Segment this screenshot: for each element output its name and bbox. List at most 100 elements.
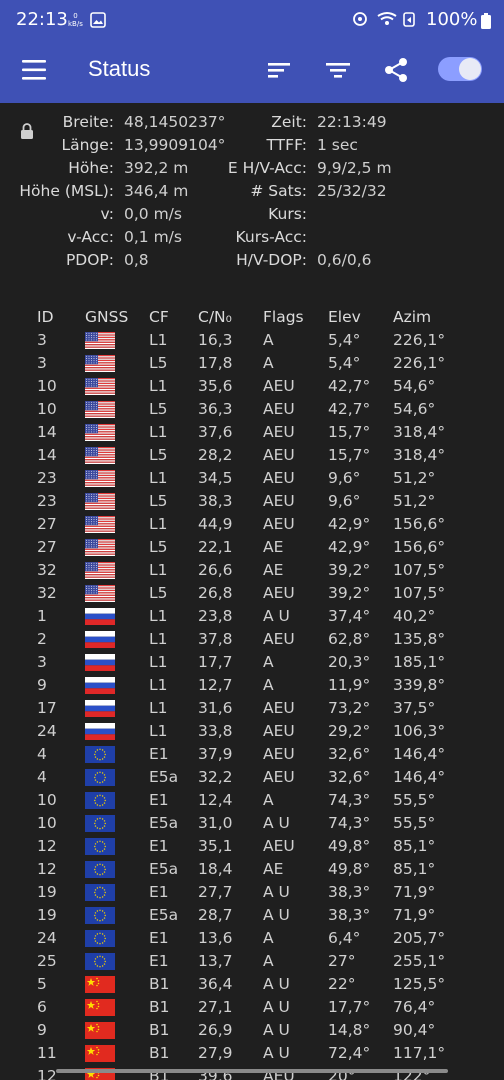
cell-azim: 125,5° [393,975,446,993]
cell-flags: AEU [263,446,295,464]
cell-flags: A [263,929,274,947]
cell-flags: A [263,952,274,970]
header-flags[interactable]: Flags [263,308,304,326]
info-label: Kurs: [268,205,307,223]
cell-id: 19 [37,883,57,901]
info-value: 48,1450237° [124,113,226,131]
table-row: 10 L1 35,6 AEU 42,7° 54,6° [0,375,504,398]
cell-cn0: 23,8 [198,607,233,625]
gps-toggle[interactable] [438,57,482,81]
flag-russia-icon [85,677,115,694]
cell-cf: L1 [149,423,168,441]
cell-id: 19 [37,906,57,924]
cell-cf: L5 [149,354,168,372]
flag-usa-icon [85,539,115,556]
cell-elev: 49,8° [328,837,371,855]
cell-flags: AEU [263,400,295,418]
cell-azim: 146,4° [393,768,446,786]
cell-id: 12 [37,837,57,855]
info-value: 9,9/2,5 m [317,159,392,177]
cell-flags: AE [263,860,284,878]
header-elev[interactable]: Elev [328,308,361,326]
header-cf[interactable]: CF [149,308,169,326]
info-label: Zeit: [271,113,307,131]
table-row: 6 B1 27,1 A U 17,7° 76,4° [0,996,504,1019]
cell-id: 3 [37,653,47,671]
cell-cf: L1 [149,630,168,648]
info-label: # Sats: [250,182,307,200]
hamburger-menu-icon[interactable] [22,59,48,81]
flag-usa-icon [85,447,115,464]
flag-usa-icon [85,493,115,510]
cell-flags: A U [263,1021,290,1039]
cell-id: 27 [37,515,57,533]
cell-cf: E5a [149,860,179,878]
filter-icon[interactable] [324,57,352,83]
cell-elev: 72,4° [328,1044,371,1062]
flag-russia-icon [85,608,115,625]
cell-cf: L1 [149,331,168,349]
cell-elev: 9,6° [328,469,361,487]
cell-id: 10 [37,814,57,832]
table-row: 12 E5a 18,4 AE 49,8° 85,1° [0,858,504,881]
sort-icon[interactable] [266,57,294,83]
cell-cn0: 35,6 [198,377,233,395]
info-value: 22:13:49 [317,113,387,131]
cell-id: 9 [37,1021,47,1039]
table-row: 27 L5 22,1 AE 42,9° 156,6° [0,536,504,559]
cell-cn0: 31,6 [198,699,233,717]
flag-eu-icon [85,838,115,855]
cell-elev: 49,8° [328,860,371,878]
header-azim[interactable]: Azim [393,308,431,326]
cell-cn0: 37,9 [198,745,233,763]
cell-cf: E1 [149,837,169,855]
cell-cf: L1 [149,377,168,395]
cell-id: 32 [37,584,57,602]
flag-china-icon [85,999,115,1016]
info-label: Kurs-Acc: [235,228,307,246]
header-cn0[interactable]: C/N₀ [198,308,232,326]
cell-cf: E1 [149,745,169,763]
cell-cf: L5 [149,538,168,556]
cell-azim: 226,1° [393,354,446,372]
table-row: 14 L5 28,2 AEU 15,7° 318,4° [0,444,504,467]
cell-elev: 74,3° [328,791,371,809]
cell-elev: 15,7° [328,423,371,441]
cell-elev: 37,4° [328,607,371,625]
system-status-bar: 22:13 0 kB/s 100% [0,0,504,36]
info-label: Höhe: [68,159,114,177]
cell-cf: B1 [149,1021,170,1039]
table-row: 19 E1 27,7 A U 38,3° 71,9° [0,881,504,904]
cell-flags: A U [263,906,290,924]
cell-id: 3 [37,354,47,372]
cell-elev: 38,3° [328,883,371,901]
cell-id: 6 [37,998,47,1016]
header-gnss[interactable]: GNSS [85,308,128,326]
cell-elev: 73,2° [328,699,371,717]
cell-azim: 55,5° [393,791,436,809]
cell-cf: E1 [149,952,169,970]
cell-cn0: 33,8 [198,722,233,740]
cell-elev: 42,7° [328,400,371,418]
table-row: 3 L1 16,3 A 5,4° 226,1° [0,329,504,352]
cell-cn0: 17,7 [198,653,233,671]
table-row: 5 B1 36,4 A U 22° 125,5° [0,973,504,996]
position-info-panel: Breite: 48,1450237° Länge: 13,9909104° Höhe:… [0,103,504,293]
cell-elev: 9,6° [328,492,361,510]
table-row: 1 L1 23,8 A U 37,4° 40,2° [0,605,504,628]
share-icon[interactable] [382,57,410,83]
flag-russia-icon [85,700,115,717]
cell-elev: 62,8° [328,630,371,648]
cell-flags: A U [263,814,290,832]
header-id[interactable]: ID [37,308,54,326]
table-row: 14 L1 37,6 AEU 15,7° 318,4° [0,421,504,444]
cell-elev: 42,9° [328,538,371,556]
cell-elev: 32,6° [328,768,371,786]
table-row: 2 L1 37,8 AEU 62,8° 135,8° [0,628,504,651]
flag-eu-icon [85,861,115,878]
cell-cf: B1 [149,998,170,1016]
cell-azim: 226,1° [393,331,446,349]
flag-eu-icon [85,815,115,832]
cell-id: 24 [37,722,57,740]
cell-cn0: 28,7 [198,906,233,924]
